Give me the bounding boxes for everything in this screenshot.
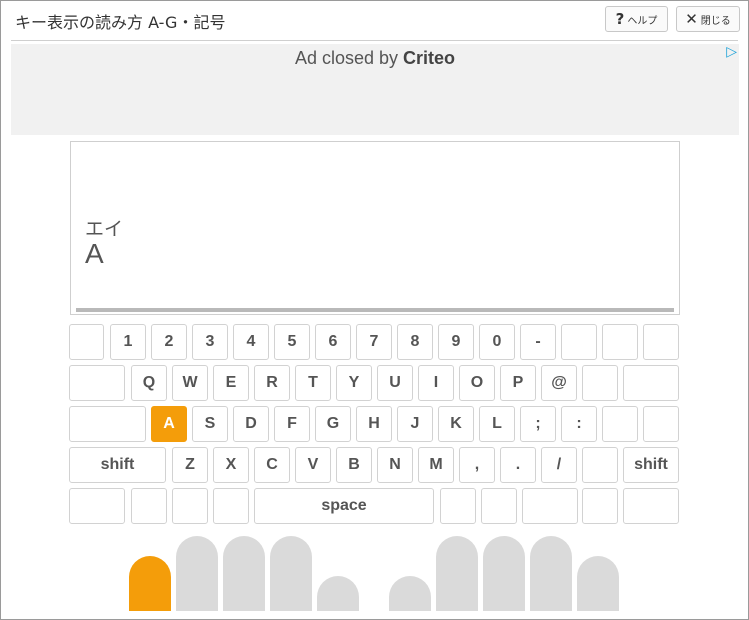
prompt-display: エイ A: [70, 141, 680, 315]
key-5: 5: [274, 324, 310, 360]
ad-closed-text: Ad closed by Criteo: [11, 48, 739, 69]
key-p: P: [500, 365, 536, 401]
row5-blank-key-3: [213, 488, 249, 524]
key-7: 7: [356, 324, 392, 360]
header-divider: [11, 40, 738, 41]
key-v: V: [295, 447, 331, 483]
progress-bar: [76, 308, 674, 312]
typing-window: キー表示の読み方 A-G・記号 ? ヘルプ ✕ 閉じる Ad closed by…: [0, 0, 749, 620]
left-ring-finger: [176, 536, 218, 611]
row2-blank-key-0: [69, 365, 125, 401]
key-t: T: [295, 365, 331, 401]
key-reading: エイ: [85, 218, 124, 240]
row2-blank-key-12: [582, 365, 618, 401]
row4-blank-key-11: [582, 447, 618, 483]
key-d: D: [233, 406, 269, 442]
row1-blank-key-14: [643, 324, 679, 360]
row5-blank-key-7: [522, 488, 578, 524]
key-f: F: [274, 406, 310, 442]
close-icon: ✕: [685, 10, 698, 28]
key-0: 0: [479, 324, 515, 360]
adchoices-icon[interactable]: ▷: [726, 44, 737, 60]
row1-blank-key-0: [69, 324, 104, 360]
key-2: 2: [151, 324, 187, 360]
key-g: G: [315, 406, 351, 442]
right-thumb-finger: [389, 576, 431, 611]
key-l: L: [479, 406, 515, 442]
key-y: Y: [336, 365, 372, 401]
row5-blank-key-8: [582, 488, 618, 524]
key-at: @: [541, 365, 577, 401]
key-8: 8: [397, 324, 433, 360]
key-comma: ,: [459, 447, 495, 483]
row5-blank-key-5: [440, 488, 476, 524]
window-title: キー表示の読み方 A-G・記号: [15, 13, 226, 32]
key-c: C: [254, 447, 290, 483]
row3-blank-key-12: [602, 406, 638, 442]
ad-text-prefix: Ad closed by: [294, 48, 404, 68]
key-6: 6: [315, 324, 351, 360]
row5-blank-key-2: [172, 488, 208, 524]
left-middle-finger: [223, 536, 265, 611]
key-j: J: [397, 406, 433, 442]
row5-blank-key-9: [623, 488, 679, 524]
key-n: N: [377, 447, 413, 483]
left-shift-key: shift: [69, 447, 166, 483]
help-label: ヘルプ: [627, 15, 658, 27]
key-x: X: [213, 447, 249, 483]
close-button[interactable]: ✕ 閉じる: [676, 6, 740, 32]
space-key: space: [254, 488, 434, 524]
row2-blank-key-13: [623, 365, 679, 401]
key-k: K: [438, 406, 474, 442]
help-button[interactable]: ? ヘルプ: [605, 6, 668, 32]
right-pinky-finger: [577, 556, 619, 611]
left-index-finger: [270, 536, 312, 611]
row3-blank-key-0: [69, 406, 146, 442]
key-s: S: [192, 406, 228, 442]
key-a: A: [151, 406, 187, 442]
key-r: R: [254, 365, 290, 401]
key-3: 3: [192, 324, 228, 360]
row1-blank-key-12: [561, 324, 597, 360]
ad-brand: Criteo: [403, 48, 456, 68]
row3-blank-key-13: [643, 406, 679, 442]
key-h: H: [356, 406, 392, 442]
key-colon: :: [561, 406, 597, 442]
key-1: 1: [110, 324, 146, 360]
key-z: Z: [172, 447, 208, 483]
close-label: 閉じる: [700, 15, 731, 27]
key-i: I: [418, 365, 454, 401]
key-u: U: [377, 365, 413, 401]
ad-banner: Ad closed by Criteo ▷: [11, 44, 739, 135]
right-middle-finger: [483, 536, 525, 611]
row5-blank-key-6: [481, 488, 517, 524]
right-ring-finger: [530, 536, 572, 611]
key-q: Q: [131, 365, 167, 401]
key-slash: /: [541, 447, 577, 483]
row5-blank-key-1: [131, 488, 167, 524]
key-o: O: [459, 365, 495, 401]
key-m: M: [418, 447, 454, 483]
left-thumb-finger: [317, 576, 359, 611]
key-minus: -: [520, 324, 556, 360]
question-icon: ?: [615, 10, 625, 28]
row1-blank-key-13: [602, 324, 638, 360]
key-b: B: [336, 447, 372, 483]
key-9: 9: [438, 324, 474, 360]
key-e: E: [213, 365, 249, 401]
key-semicolon: ;: [520, 406, 556, 442]
left-pinky-finger: [129, 556, 171, 611]
key-w: W: [172, 365, 208, 401]
right-shift-key: shift: [623, 447, 679, 483]
row5-blank-key-0: [69, 488, 125, 524]
key-4: 4: [233, 324, 269, 360]
target-character: A: [85, 238, 104, 269]
key-period: .: [500, 447, 536, 483]
right-index-finger: [436, 536, 478, 611]
